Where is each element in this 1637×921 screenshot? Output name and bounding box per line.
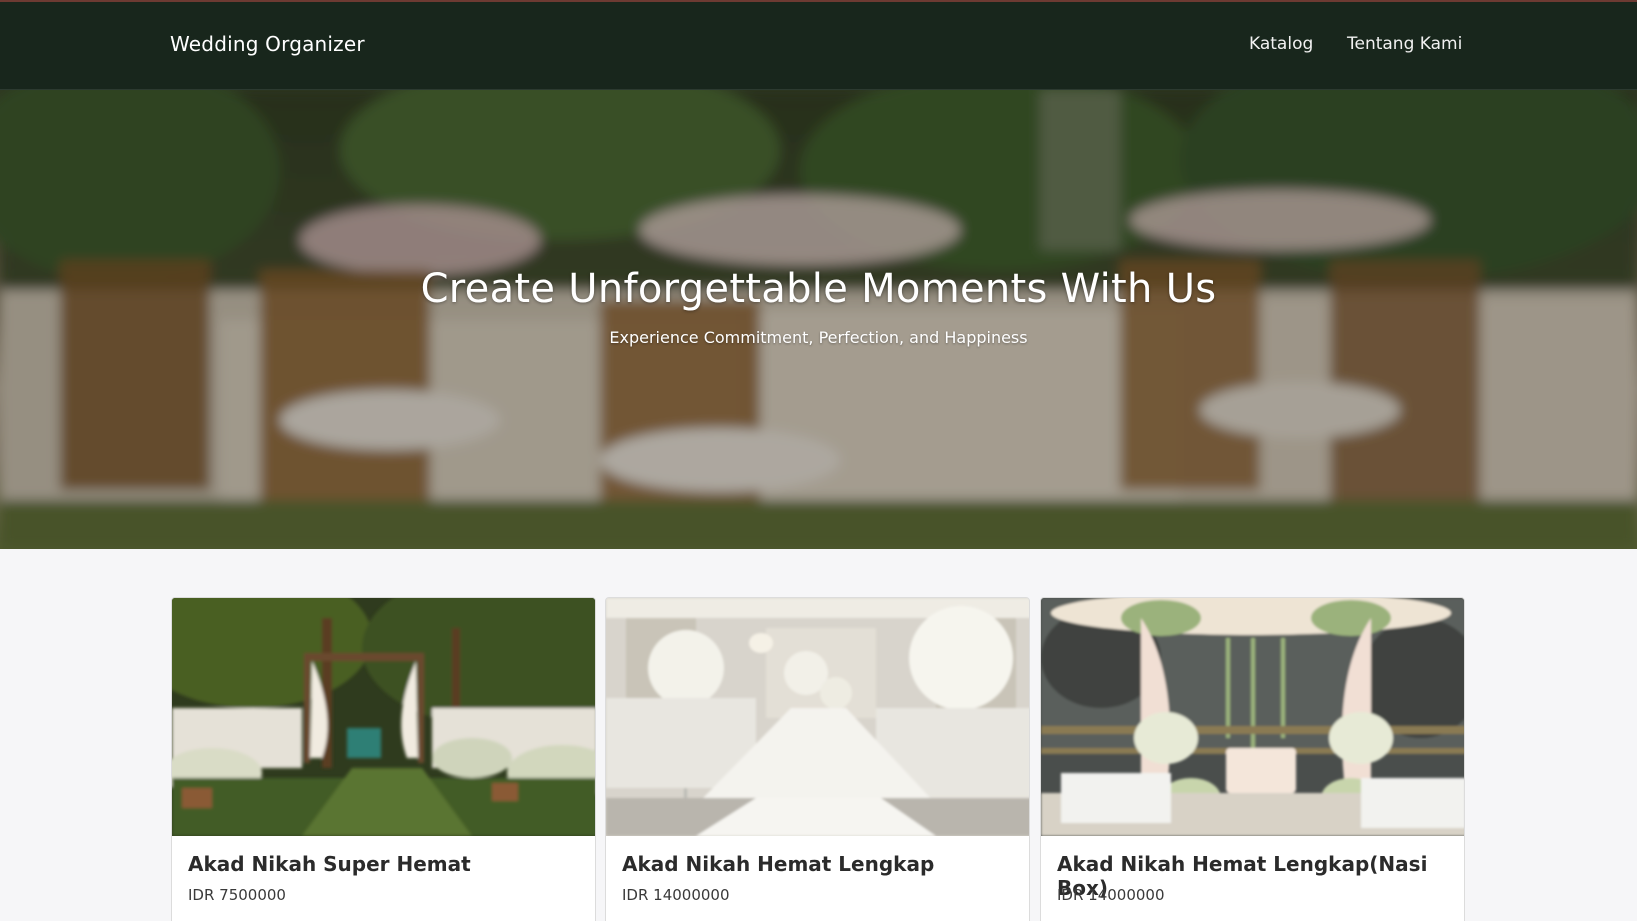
catalog-card[interactable]: Akad Nikah Super Hemat IDR 7500000: [171, 597, 596, 921]
hero-banner: Create Unforgettable Moments With Us Exp…: [0, 90, 1637, 549]
hero-subtitle: Experience Commitment, Perfection, and H…: [609, 328, 1028, 347]
catalog-card-image: [606, 598, 1029, 836]
catalog-card-price: IDR 14000000: [622, 886, 730, 904]
brand-link[interactable]: Wedding Organizer: [170, 32, 365, 56]
catalog-card-image: [172, 598, 595, 836]
catalog-card[interactable]: Akad Nikah Hemat Lengkap IDR 14000000: [605, 597, 1030, 921]
catalog-card-price: IDR 14000000: [1057, 886, 1165, 904]
catalog-card[interactable]: Akad Nikah Hemat Lengkap(Nasi Box) IDR 1…: [1040, 597, 1465, 921]
navbar: Wedding Organizer Katalog Tentang Kami: [0, 2, 1637, 90]
nav-link-tentang-kami[interactable]: Tentang Kami: [1347, 34, 1462, 54]
nav-link-katalog[interactable]: Katalog: [1249, 34, 1313, 54]
catalog-card-title[interactable]: Akad Nikah Super Hemat: [188, 852, 471, 876]
catalog-card-price: IDR 7500000: [188, 886, 286, 904]
catalog-card-title[interactable]: Akad Nikah Hemat Lengkap: [622, 852, 934, 876]
catalog-card-image: [1041, 598, 1464, 836]
hero-overlay: [0, 90, 1637, 549]
hero-title: Create Unforgettable Moments With Us: [420, 266, 1217, 312]
